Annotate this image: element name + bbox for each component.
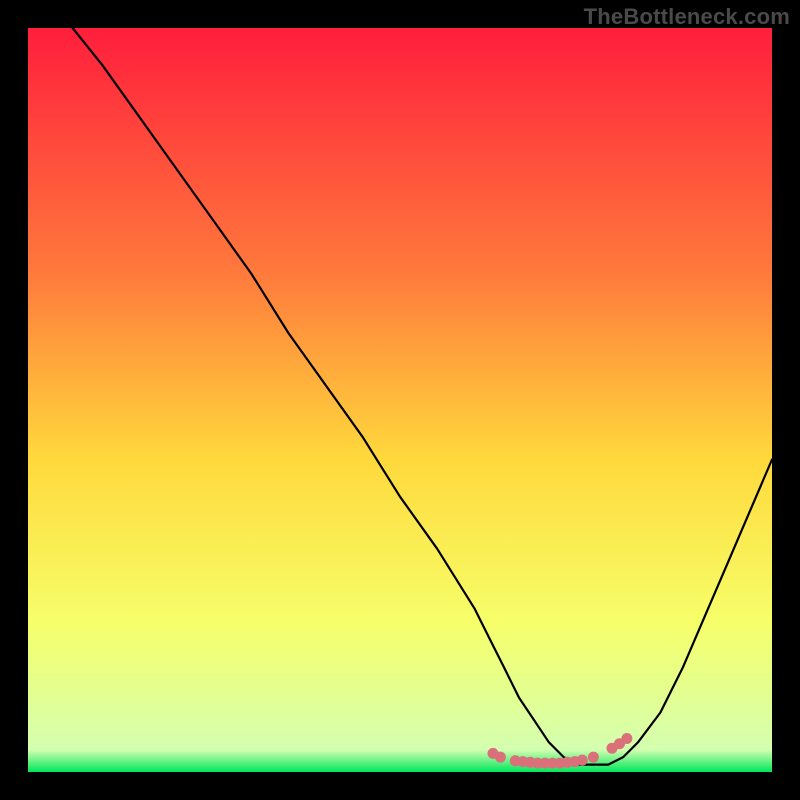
marker-dot (621, 733, 632, 744)
marker-dot (495, 752, 506, 763)
bottleneck-chart (0, 0, 800, 800)
marker-dot (577, 755, 588, 766)
plot-background (28, 28, 772, 772)
watermark-text: TheBottleneck.com (584, 4, 790, 30)
chart-frame: TheBottleneck.com (0, 0, 800, 800)
marker-dot (588, 752, 599, 763)
